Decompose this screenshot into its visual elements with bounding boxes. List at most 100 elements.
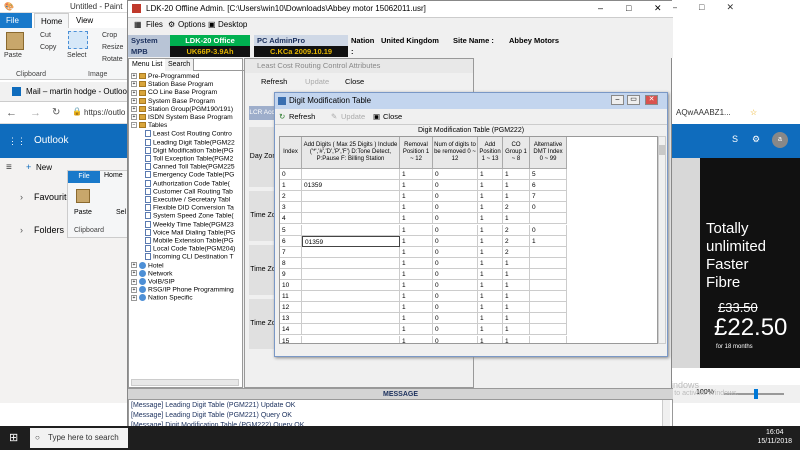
lcr-close-button[interactable]: Close (345, 77, 364, 86)
dm-update-button[interactable]: Update (341, 112, 365, 121)
table-cell[interactable]: 1 (478, 224, 503, 236)
tree-item[interactable]: Digit Modification Table(PG (131, 146, 234, 155)
outlook-app-name[interactable]: Outlook (34, 135, 68, 146)
column-header[interactable]: Num of digits to be removed 0 ~ 12 (433, 137, 478, 169)
table-cell[interactable]: 1 (400, 213, 433, 225)
table-cell[interactable]: 1 (400, 235, 433, 247)
menu-options[interactable]: Options (178, 20, 206, 29)
tree-item[interactable]: Incoming CLI Destination T (131, 253, 234, 261)
inner-paint-home-tab[interactable]: Home (104, 172, 123, 179)
star-icon[interactable]: ☆ (750, 108, 757, 117)
tree-item[interactable]: − Tables (131, 122, 167, 130)
table-cell[interactable]: 1 (503, 191, 530, 203)
table-cell[interactable]: 01359 (302, 180, 400, 192)
table-cell[interactable] (302, 257, 400, 269)
options-menu-icon[interactable]: ⚙ (168, 20, 175, 29)
table-cell[interactable]: 0 (433, 268, 478, 280)
table-cell[interactable]: 1 (478, 213, 503, 225)
dm-close-button[interactable]: Close (383, 112, 402, 121)
column-header[interactable]: Alternative DMT Index 0 ~ 99 (530, 137, 567, 169)
table-cell[interactable]: 1 (478, 335, 503, 343)
table-cell[interactable]: 1 (503, 335, 530, 343)
fibre-advert[interactable]: Totally unlimited Faster Fibre £33.50 £2… (700, 158, 800, 368)
table-cell[interactable]: 1 (503, 257, 530, 269)
table-cell[interactable]: 1 (503, 213, 530, 225)
tree-item[interactable]: Voice Mail Dialing Table(PG (131, 228, 235, 237)
close-icon[interactable]: ✕ (654, 3, 662, 14)
dm-close-icon[interactable]: ✕ (645, 95, 658, 105)
table-cell[interactable]: 7 (530, 191, 567, 203)
dm-minimize-icon[interactable]: – (611, 95, 624, 105)
table-cell[interactable]: 1 (400, 280, 433, 292)
table-cell[interactable]: 0 (530, 202, 567, 214)
table-cell[interactable]: 1 (478, 180, 503, 192)
reload-icon[interactable]: ↻ (52, 107, 60, 118)
table-cell[interactable] (530, 302, 567, 314)
skype-icon[interactable]: S (732, 134, 738, 144)
table-cell[interactable]: 1 (478, 169, 503, 181)
table-cell[interactable]: 1 (503, 280, 530, 292)
inner-paste-label[interactable]: Paste (74, 209, 92, 216)
table-cell[interactable]: 0 (433, 235, 478, 247)
table-cell[interactable]: 2 (503, 202, 530, 214)
table-cell[interactable]: 1 (400, 191, 433, 203)
grid-scroll-thumb[interactable] (659, 145, 665, 155)
expand-icon[interactable]: + (131, 97, 137, 104)
expand-icon[interactable]: + (131, 286, 137, 293)
tree-item[interactable]: + CO Line Base Program (131, 89, 217, 97)
tree-item[interactable]: Flexible DID Conversion Ta (131, 204, 234, 212)
table-cell[interactable]: 0 (433, 180, 478, 192)
table-cell[interactable]: 1 (503, 291, 530, 303)
expand-icon[interactable]: + (131, 89, 137, 96)
paint-tab-home[interactable]: Home (34, 13, 70, 28)
tree-item[interactable]: Weekly Time Table(PGM23 (131, 220, 234, 229)
new-mail-icon[interactable]: + (26, 162, 31, 172)
select-icon[interactable] (68, 31, 88, 49)
tree-item[interactable]: + ISDN System Base Program (131, 114, 233, 122)
taskbar-search[interactable]: Type here to search (30, 428, 128, 448)
table-cell[interactable]: 0 (433, 335, 478, 343)
table-cell[interactable]: 1 (400, 313, 433, 325)
hamburger-icon[interactable]: ≡ (6, 162, 12, 173)
table-cell[interactable]: 6 (530, 180, 567, 192)
table-cell[interactable]: 1 (503, 169, 530, 181)
inner-paint-file-tab[interactable]: File (68, 171, 100, 183)
close-doc-icon[interactable]: ▣ (373, 112, 380, 121)
copy-button[interactable]: Copy (40, 44, 56, 51)
table-cell[interactable]: 1 (400, 268, 433, 280)
column-header[interactable]: CO Group 1 ~ 8 (503, 137, 530, 169)
tree-item[interactable]: + Station Base Program (131, 81, 213, 89)
table-cell[interactable]: 2 (503, 235, 530, 247)
tree-item[interactable]: Canned Toll Table(PGM225 (131, 163, 235, 171)
expand-icon[interactable]: + (131, 294, 137, 301)
tree-item[interactable]: + Station Group(PGM190/191) (131, 106, 233, 114)
select-button[interactable]: Select (67, 52, 86, 59)
table-cell[interactable] (302, 291, 400, 303)
cut-button[interactable]: Cut (40, 32, 51, 39)
table-cell[interactable]: 1 (478, 313, 503, 325)
files-menu-icon[interactable]: ▦ (134, 20, 142, 29)
table-cell[interactable] (302, 335, 400, 343)
maximize-icon[interactable]: □ (626, 3, 631, 13)
paint-tab-file[interactable]: File (0, 13, 32, 28)
table-cell[interactable] (530, 268, 567, 280)
table-cell[interactable]: 2 (503, 246, 530, 258)
table-cell[interactable]: 1 (400, 302, 433, 314)
column-header[interactable]: Add Digits ( Max 25 Digits ) Include ('*… (302, 137, 400, 169)
table-cell[interactable]: 5 (530, 169, 567, 181)
taskbar-clock[interactable]: 16:04 15/11/2018 (757, 428, 792, 446)
grid-vscroll[interactable] (658, 136, 666, 344)
tree-item[interactable]: + Pre-Programmed (131, 73, 199, 81)
table-cell[interactable]: 1 (478, 191, 503, 203)
tree-item[interactable]: Customer Call Routing Tab (131, 187, 233, 196)
table-cell[interactable] (302, 268, 400, 280)
table-cell[interactable]: 1 (400, 291, 433, 303)
table-cell[interactable] (302, 280, 400, 292)
tree-item[interactable]: Mobile Extension Table(PG (131, 237, 234, 245)
window-control-icons[interactable]: –□✕ (672, 2, 800, 14)
inner-select-label[interactable]: Sel (116, 209, 126, 216)
expand-icon[interactable]: + (131, 262, 137, 269)
table-cell[interactable]: 1 (400, 257, 433, 269)
table-cell[interactable]: 1 (530, 235, 567, 247)
table-cell[interactable]: 0 (433, 224, 478, 236)
